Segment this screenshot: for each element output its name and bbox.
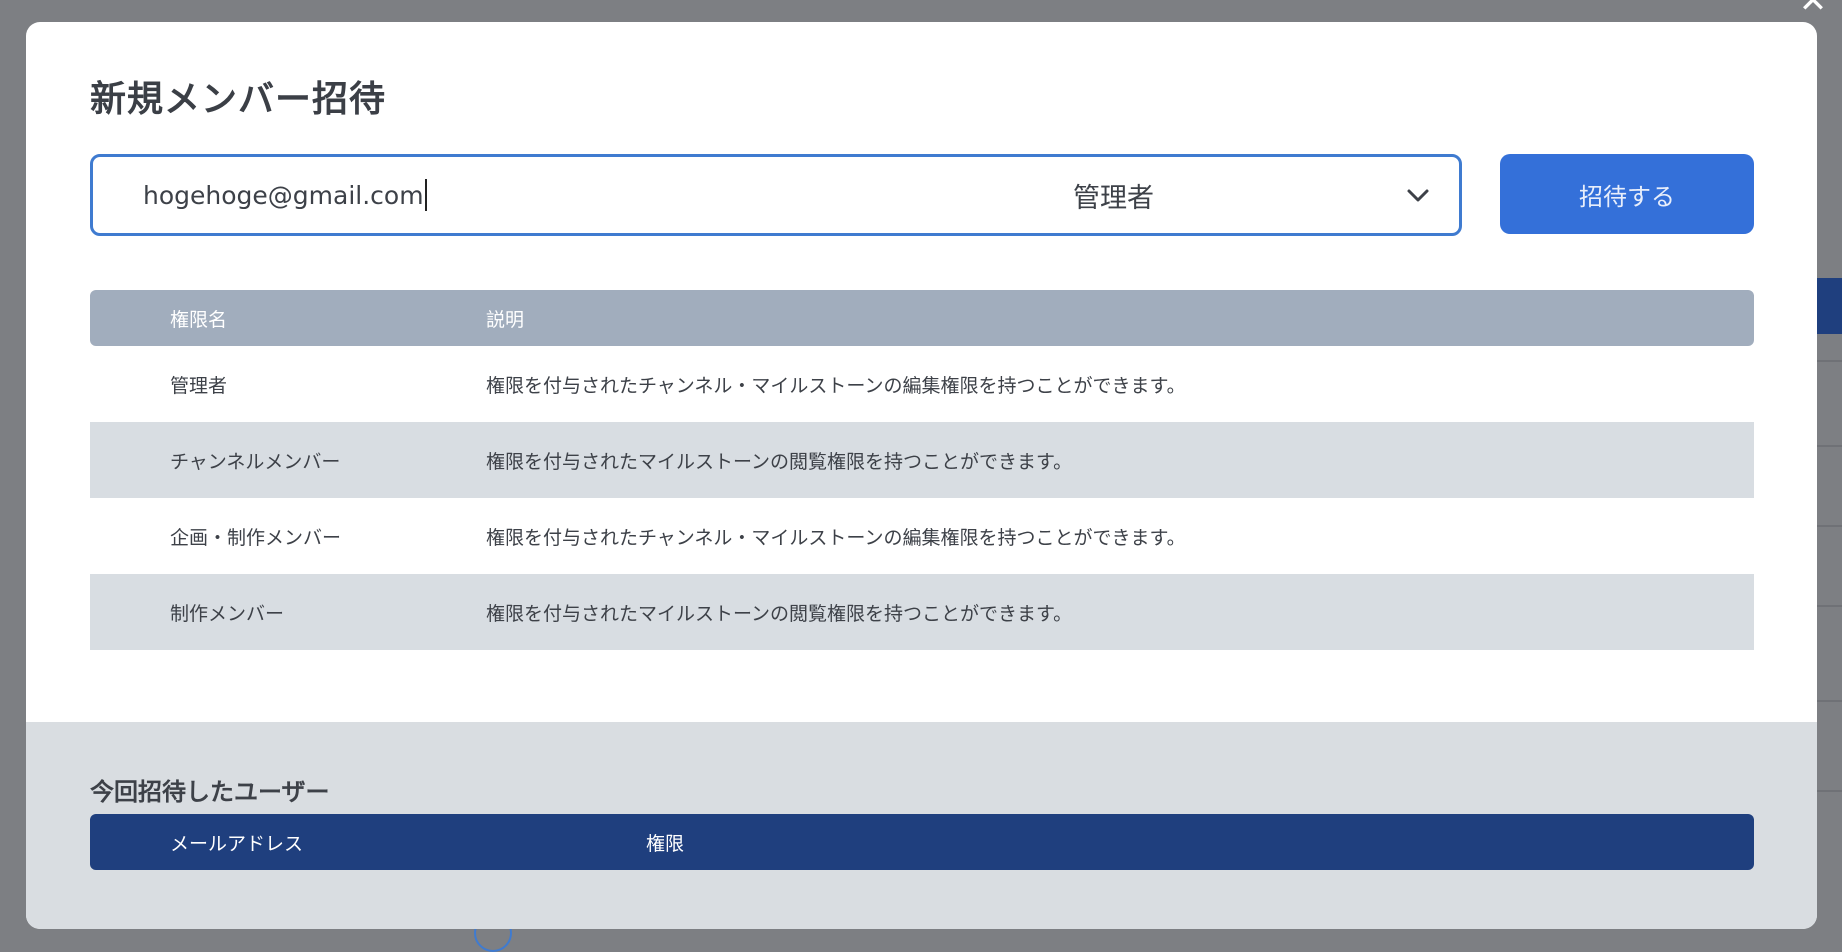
permission-name: 管理者 (170, 374, 228, 397)
table-row: 企画・制作メンバー 権限を付与されたチャンネル・マイルストーンの編集権限を持つこ… (90, 498, 1754, 574)
close-icon[interactable]: ✕ (1798, 0, 1828, 18)
invite-input-group: hogehoge@gmail.com 管理者 (90, 154, 1462, 236)
invited-users-title: 今回招待したユーザー (90, 778, 330, 806)
background-divider (1816, 525, 1842, 527)
background-divider (1816, 700, 1842, 702)
permission-name: チャンネルメンバー (170, 450, 341, 473)
invited-users-section: 今回招待したユーザー メールアドレス 権限 (26, 722, 1817, 929)
header-role: 権限 (646, 832, 685, 855)
role-selected-value: 管理者 (1073, 182, 1154, 214)
role-select[interactable]: 管理者 (1073, 157, 1453, 233)
table-row: 管理者 権限を付与されたチャンネル・マイルストーンの編集権限を持つことができます… (90, 346, 1754, 422)
modal-title: 新規メンバー招待 (90, 79, 387, 120)
permission-description: 権限を付与されたチャンネル・マイルストーンの編集権限を持つことができます。 (486, 374, 1186, 397)
chevron-down-icon (1407, 189, 1429, 202)
permission-description: 権限を付与されたチャンネル・マイルストーンの編集権限を持つことができます。 (486, 526, 1186, 549)
permission-name: 制作メンバー (170, 602, 285, 625)
background-divider (1816, 605, 1842, 607)
invite-modal: 新規メンバー招待 hogehoge@gmail.com 管理者 招待する 権限名… (26, 22, 1817, 929)
table-row: チャンネルメンバー 権限を付与されたマイルストーンの閲覧権限を持つことができます… (90, 422, 1754, 498)
invited-users-table-header: メールアドレス 権限 (90, 814, 1754, 870)
table-row: 制作メンバー 権限を付与されたマイルストーンの閲覧権限を持つことができます。 (90, 574, 1754, 650)
header-email: メールアドレス (170, 832, 304, 855)
text-cursor (424, 179, 427, 211)
background-divider (1816, 790, 1842, 792)
background-page-strip (1816, 278, 1842, 334)
header-description: 説明 (486, 308, 525, 331)
background-divider (1816, 445, 1842, 447)
header-permission-name: 権限名 (170, 308, 228, 331)
permission-description: 権限を付与されたマイルストーンの閲覧権限を持つことができます。 (486, 450, 1073, 473)
email-value: hogehoge@gmail.com (143, 180, 424, 210)
permission-description: 権限を付与されたマイルストーンの閲覧権限を持つことができます。 (486, 602, 1073, 625)
permission-name: 企画・制作メンバー (170, 526, 342, 549)
invite-button[interactable]: 招待する (1500, 154, 1754, 234)
email-field[interactable]: hogehoge@gmail.com (143, 157, 943, 233)
permissions-table: 権限名 説明 管理者 権限を付与されたチャンネル・マイルストーンの編集権限を持つ… (90, 290, 1754, 650)
background-divider (1816, 360, 1842, 362)
table-header: 権限名 説明 (90, 290, 1754, 346)
